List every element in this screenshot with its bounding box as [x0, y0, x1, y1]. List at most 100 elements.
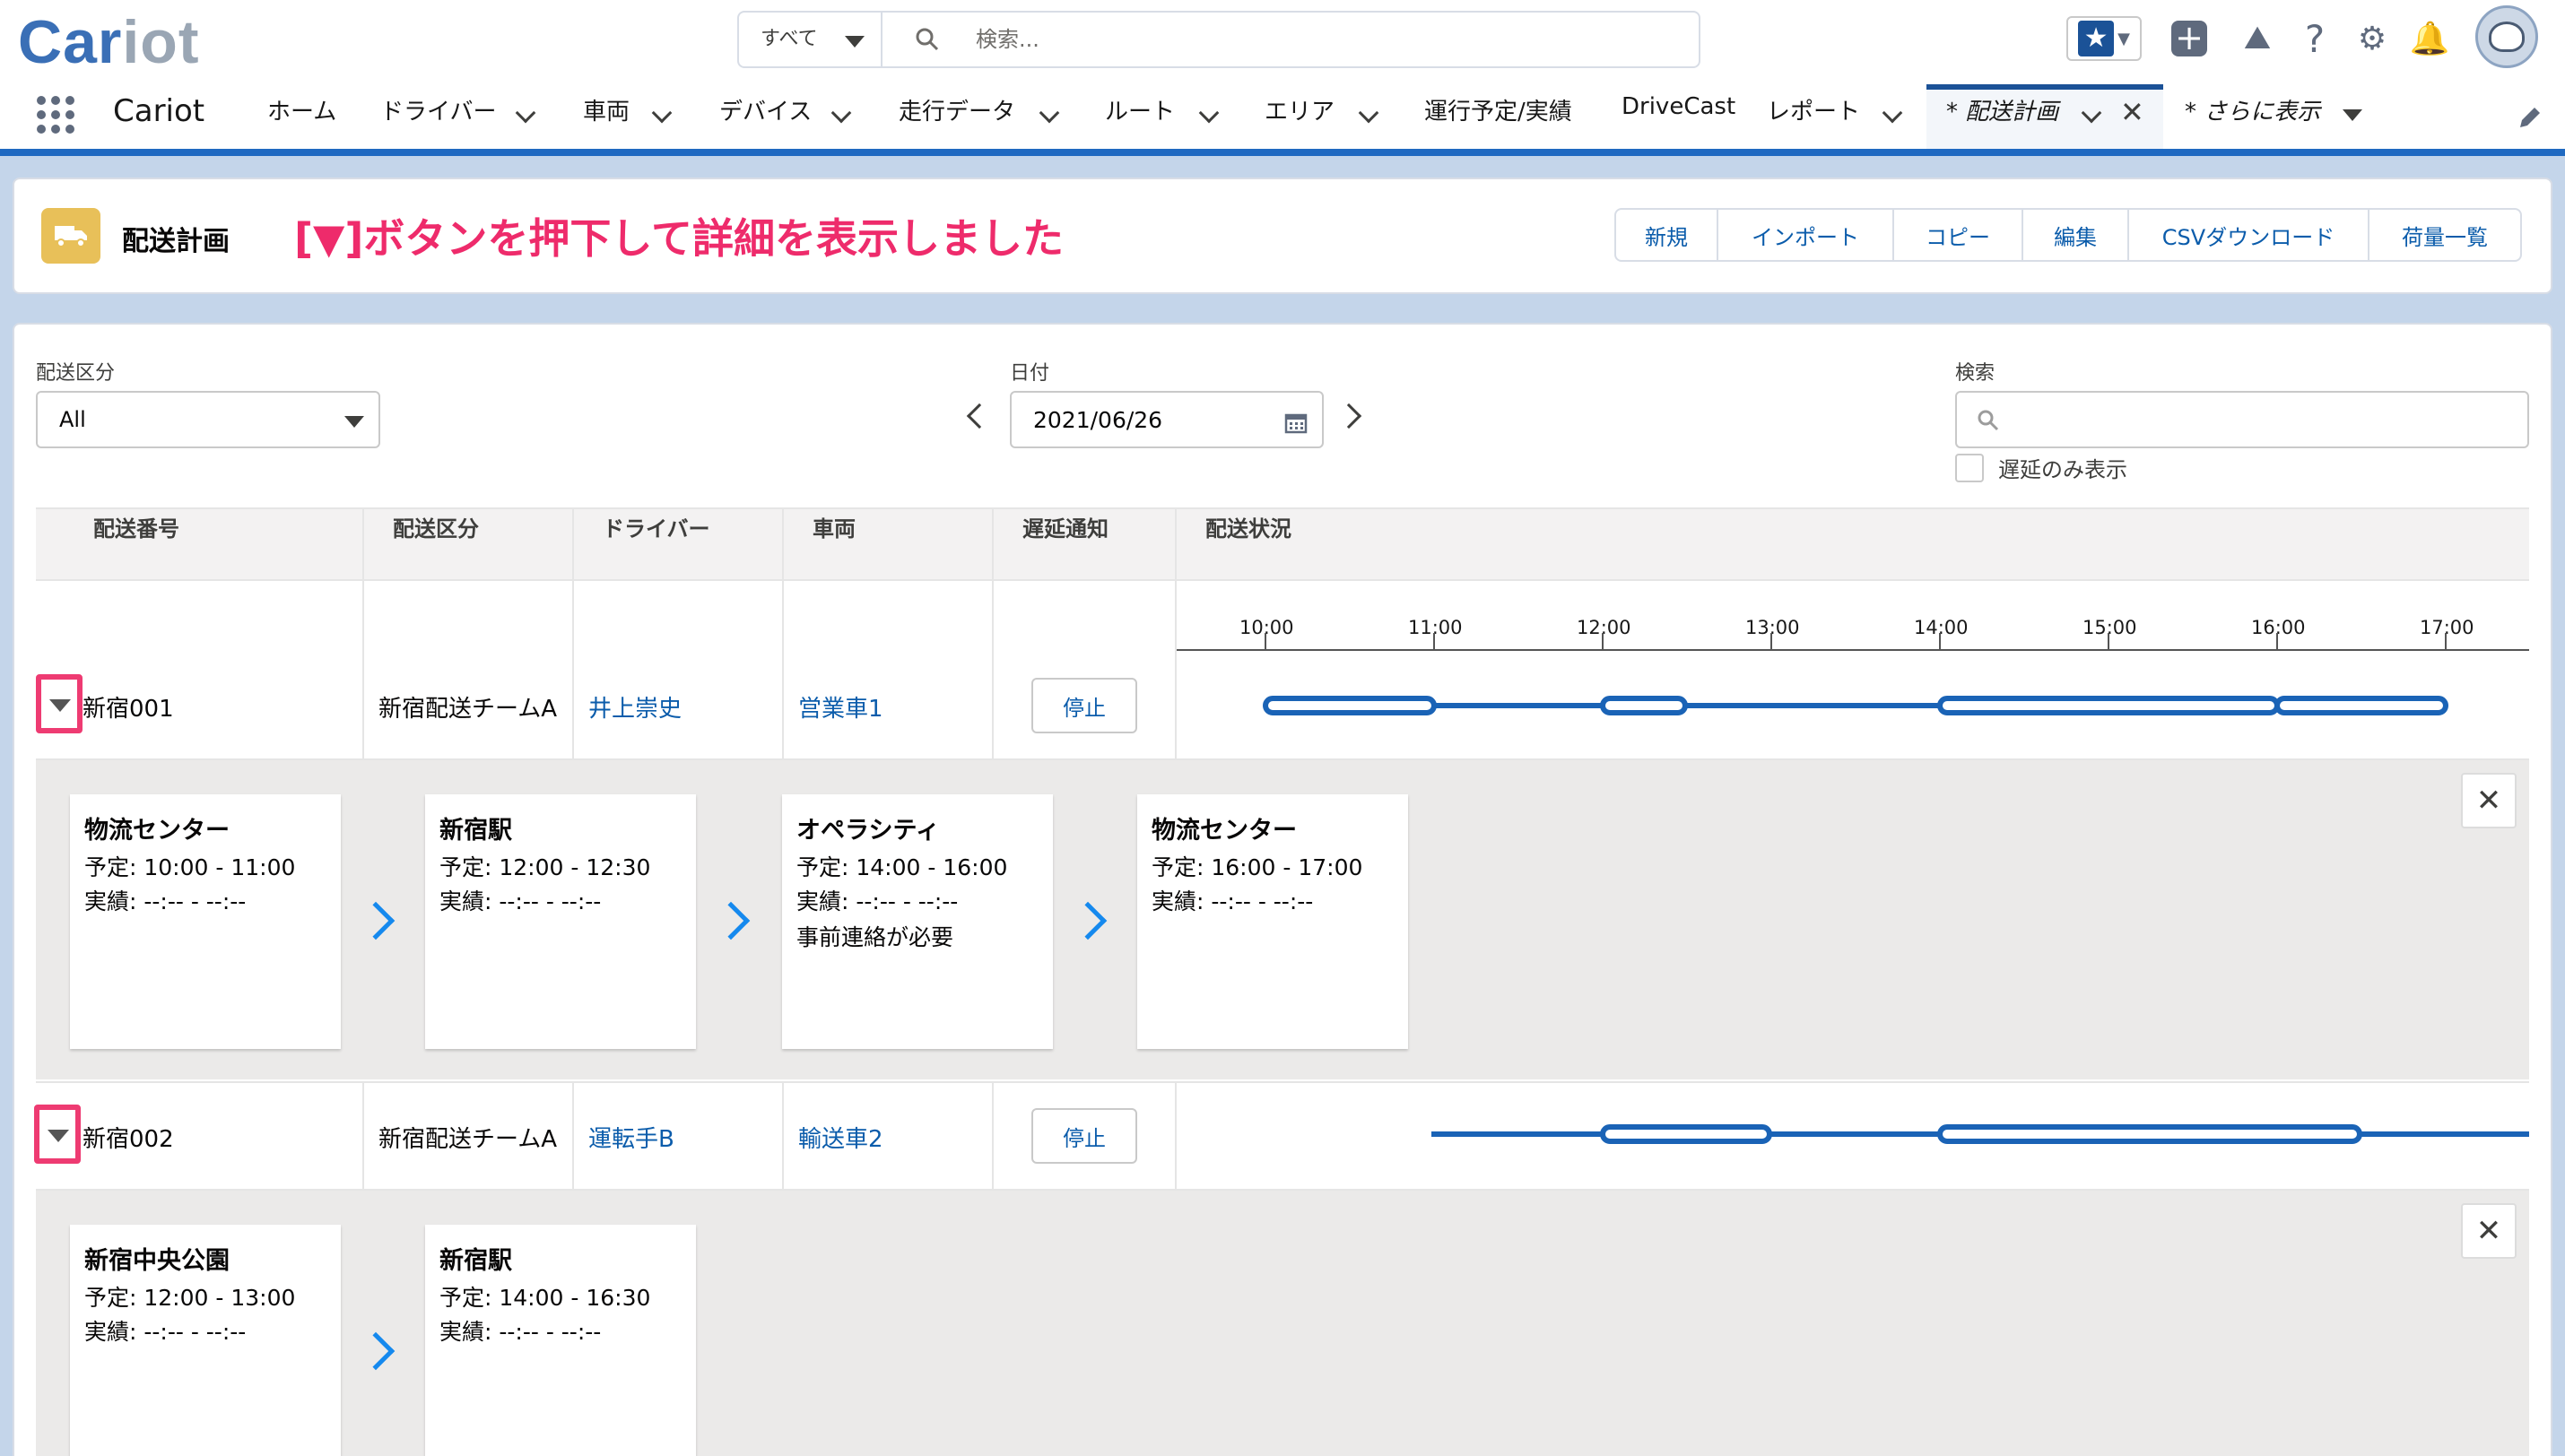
time-tick: 12:00 [1577, 617, 1631, 638]
nav-item-drivers[interactable]: ドライバー [380, 93, 496, 126]
stop-actual: 実績: --:-- - --:-- [439, 888, 602, 914]
col-divider [572, 1083, 574, 1189]
delivery-type-select[interactable]: All [36, 391, 380, 448]
global-search[interactable]: すべて 検索... [737, 11, 1700, 68]
row-divider [36, 1081, 2529, 1083]
delivery-type: 新宿配送チームA [378, 696, 558, 723]
nav-item-drivecast[interactable]: DriveCast [1622, 93, 1735, 120]
stop-plan: 予定: 16:00 - 17:00 [1152, 854, 1363, 880]
edit-button[interactable]: 編集 [2022, 208, 2129, 262]
stop-plan: 予定: 10:00 - 11:00 [84, 854, 296, 880]
stop-name: 新宿駅 [439, 1247, 512, 1275]
plan-search-input[interactable] [1955, 391, 2529, 448]
nav-item-devices[interactable]: デバイス [719, 93, 812, 126]
tick-mark [1433, 633, 1435, 651]
timeline-axis [1177, 649, 2529, 651]
close-detail-icon[interactable]: ✕ [2461, 773, 2517, 828]
col-divider [362, 507, 364, 760]
date-input[interactable]: 2021/06/26 [1010, 391, 1324, 448]
favorite-star-icon[interactable]: ★ ▼ [2066, 16, 2142, 61]
cargo-list-button[interactable]: 荷量一覧 [2368, 208, 2522, 262]
calendar-icon[interactable] [1284, 411, 1308, 434]
search-scope-dropdown[interactable]: すべて [739, 13, 883, 66]
stop-card: 物流センター 予定: 10:00 - 11:00 実績: --:-- - --:… [70, 794, 341, 1049]
delay-only-checkbox[interactable] [1955, 454, 1984, 482]
stop-name: オペラシティ [796, 817, 940, 845]
stop-segment[interactable] [2274, 696, 2448, 715]
stop-notification-button[interactable]: 停止 [1031, 678, 1137, 733]
col-header-delivery-status[interactable]: 配送状況 [1205, 511, 1291, 542]
new-button[interactable]: 新規 [1614, 208, 1718, 262]
date-label: 日付 [1010, 362, 1050, 385]
user-avatar-icon[interactable] [2475, 5, 2538, 68]
col-header-vehicle[interactable]: 車両 [813, 511, 856, 542]
delivery-type-value: All [59, 407, 86, 432]
col-header-delay-notice[interactable]: 遅延通知 [1022, 511, 1109, 542]
nav-item-vehicles[interactable]: 車両 [583, 93, 630, 126]
expand-row-button[interactable] [34, 1105, 81, 1164]
notification-bell-icon[interactable]: 🔔 [2405, 14, 2454, 63]
col-divider [992, 507, 994, 760]
nav-item-routes[interactable]: ルート [1105, 93, 1175, 126]
stop-card: 物流センター 予定: 16:00 - 17:00 実績: --:-- - --:… [1137, 794, 1408, 1049]
stop-name: 新宿駅 [439, 817, 512, 845]
stop-segment[interactable] [1263, 696, 1437, 715]
stop-segment[interactable] [1937, 696, 2280, 715]
stop-card: 新宿駅 予定: 12:00 - 12:30 実績: --:-- - --:-- [425, 794, 696, 1049]
copy-button[interactable]: コピー [1892, 208, 2023, 262]
stop-notification-button[interactable]: 停止 [1031, 1108, 1137, 1164]
chevron-down-icon [344, 416, 364, 428]
stop-card: 新宿駅 予定: 14:00 - 16:30 実績: --:-- - --:-- [425, 1225, 696, 1456]
tick-mark [2445, 633, 2447, 651]
add-icon[interactable]: + [2165, 14, 2213, 63]
csv-download-button[interactable]: CSVダウンロード [2127, 208, 2369, 262]
time-tick: 16:00 [2251, 617, 2306, 638]
nav-item-driving-data[interactable]: 走行データ [899, 93, 1015, 126]
time-tick: 14:00 [1914, 617, 1969, 638]
app-launcher-icon[interactable] [36, 95, 75, 134]
import-button[interactable]: インポート [1717, 208, 1894, 262]
expand-row-button[interactable] [36, 674, 83, 733]
col-divider [362, 1083, 364, 1189]
tick-mark [1602, 633, 1604, 651]
col-header-delivery-type[interactable]: 配送区分 [393, 511, 479, 542]
time-tick: 13:00 [1745, 617, 1800, 638]
close-detail-icon[interactable]: ✕ [2461, 1203, 2517, 1259]
nav-item-home[interactable]: ホーム [267, 93, 336, 126]
tick-mark [2276, 633, 2278, 651]
nav-item-reports[interactable]: レポート [1767, 93, 1860, 126]
nav-item-areas[interactable]: エリア [1265, 93, 1335, 126]
chevron-down-icon[interactable] [2343, 109, 2362, 121]
col-header-driver[interactable]: ドライバー [603, 511, 710, 542]
driver-link[interactable]: 運転手B [588, 1121, 674, 1154]
delivery-no: 新宿002 [83, 1126, 174, 1153]
stop-plan: 予定: 14:00 - 16:00 [796, 854, 1008, 880]
stop-actual: 実績: --:-- - --:-- [796, 888, 959, 914]
tab-more[interactable]: * さらに表示 [2185, 93, 2320, 126]
nav-item-operation-plans[interactable]: 運行予定/実績 [1424, 93, 1572, 126]
stop-actual: 実績: --:-- - --:-- [84, 888, 247, 914]
stop-segment[interactable] [1937, 1124, 2362, 1144]
stop-note: 事前連絡が必要 [796, 924, 954, 950]
edit-nav-pencil-icon[interactable] [2517, 104, 2543, 131]
date-value: 2021/06/26 [1033, 407, 1163, 433]
stop-card: オペラシティ 予定: 14:00 - 16:00 実績: --:-- - --:… [782, 794, 1053, 1049]
close-tab-icon[interactable]: ✕ [2120, 95, 2144, 129]
col-divider [782, 507, 784, 760]
stop-actual: 実績: --:-- - --:-- [84, 1319, 247, 1345]
col-header-delivery-no[interactable]: 配送番号 [93, 511, 179, 542]
vehicle-link[interactable]: 輸送車2 [798, 1121, 883, 1154]
stop-segment[interactable] [1600, 696, 1688, 715]
help-icon[interactable]: ? [2291, 14, 2339, 63]
search-icon [916, 28, 939, 51]
time-tick: 10:00 [1239, 617, 1294, 638]
setup-gear-icon[interactable]: ⚙ [2348, 14, 2396, 63]
driver-link[interactable]: 井上崇史 [588, 690, 682, 724]
stop-segment[interactable] [1600, 1124, 1772, 1144]
trailhead-icon[interactable]: ⛰ [2233, 14, 2282, 63]
stop-plan: 予定: 12:00 - 13:00 [84, 1285, 296, 1311]
vehicle-link[interactable]: 営業車1 [798, 690, 883, 724]
cariot-logo: Cariot [18, 8, 200, 76]
triangle-down-icon [49, 699, 71, 712]
tick-mark [1265, 633, 1266, 651]
